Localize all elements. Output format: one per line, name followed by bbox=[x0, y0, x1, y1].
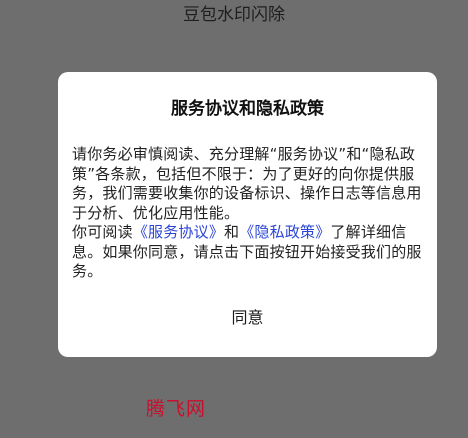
dialog-body: 请你务必审慎阅读、充分理解“服务协议”和“隐私政策”各条款，包括但不限于：为了更… bbox=[72, 145, 424, 282]
privacy-policy-link[interactable]: 《隐私政策》 bbox=[239, 223, 330, 241]
dialog-title: 服务协议和隐私政策 bbox=[171, 99, 324, 119]
agree-button[interactable]: 同意 bbox=[58, 302, 437, 334]
service-agreement-link[interactable]: 《服务协议》 bbox=[133, 223, 224, 241]
watermark-logo: 腾飞网 bbox=[146, 398, 207, 420]
paragraph-prefix-text: 你可阅读 bbox=[72, 223, 133, 241]
dialog-paragraph-links: 你可阅读《服务协议》和《隐私政策》了解详细信息。如果你同意，请点击下面按钮开始接… bbox=[72, 223, 424, 282]
app-title: 豆包水印闪除 bbox=[183, 5, 285, 25]
and-text: 和 bbox=[224, 223, 240, 241]
dialog-paragraph-consent: 请你务必审慎阅读、充分理解“服务协议”和“隐私政策”各条款，包括但不限于：为了更… bbox=[72, 145, 422, 222]
privacy-dialog: 服务协议和隐私政策 请你务必审慎阅读、充分理解“服务协议”和“隐私政策”各条款，… bbox=[58, 72, 437, 357]
